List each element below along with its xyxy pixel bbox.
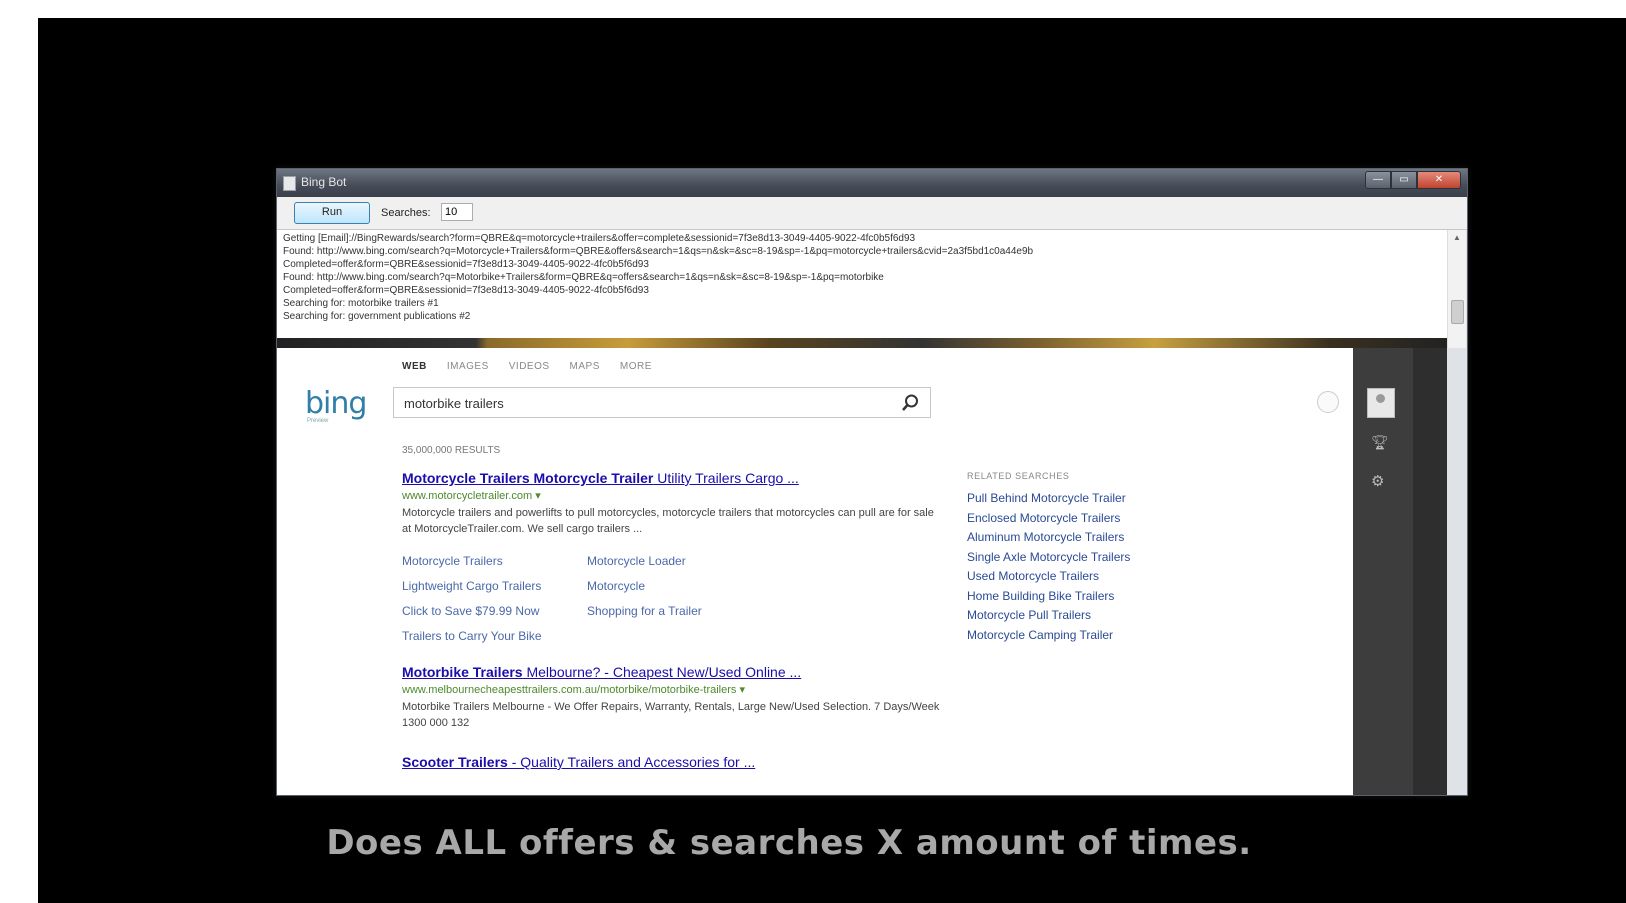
related-searches-heading: RELATED SEARCHES — [967, 471, 1070, 481]
embedded-browser: WEB IMAGES VIDEOS MAPS MORE bing Preview… — [277, 348, 1447, 795]
gear-icon[interactable]: ⚙ — [1371, 472, 1384, 490]
log-line: Getting [Email]://BingRewards/search?for… — [283, 233, 916, 244]
nav-images[interactable]: IMAGES — [447, 361, 489, 372]
related-search-link[interactable]: Motorcycle Pull Trailers — [967, 606, 1197, 626]
nav-more[interactable]: MORE — [620, 361, 652, 372]
results-count: 35,000,000 RESULTS — [402, 445, 501, 456]
result-title-rest: Utility Trailers Cargo ... — [653, 470, 799, 486]
result-title-bold: Scooter Trailers — [402, 754, 508, 770]
window-title: Bing Bot — [301, 175, 347, 189]
log-line: Found: http://www.bing.com/search?q=Moto… — [283, 246, 1034, 257]
searches-label: Searches: — [381, 207, 431, 219]
result-snippet: Motorbike Trailers Melbourne - We Offer … — [402, 701, 940, 729]
deep-link[interactable]: Shopping for a Trailer — [587, 603, 737, 619]
bing-logo[interactable]: bing — [305, 386, 367, 421]
video-frame: Bing Bot — ▭ ✕ Run Searches: Getting [Em… — [38, 18, 1626, 903]
minimize-button[interactable]: — — [1365, 171, 1391, 189]
related-searches: RELATED SEARCHES Pull Behind Motorcycle … — [967, 471, 1197, 645]
browser-scrollbar[interactable] — [1413, 348, 1447, 795]
run-button[interactable]: Run — [294, 202, 370, 224]
related-search-link[interactable]: Pull Behind Motorcycle Trailer — [967, 489, 1197, 509]
deep-link[interactable]: Motorcycle — [587, 578, 737, 594]
log-scrollbar[interactable]: ▲ — [1447, 230, 1466, 348]
video-caption: Does ALL offers & searches X amount of t… — [326, 823, 1252, 863]
result-title-rest: Melbourne? - Cheapest New/Used Online ..… — [522, 664, 802, 680]
log-output[interactable]: Getting [Email]://BingRewards/search?for… — [277, 230, 1447, 338]
result-title-bold: Motorcycle Trailers Motorcycle Trailer — [402, 470, 654, 486]
result-title-link[interactable]: Motorcycle Trailers Motorcycle Trailer U… — [402, 470, 942, 486]
scroll-up-arrow-icon[interactable]: ▲ — [1453, 233, 1461, 242]
search-result: Motorcycle Trailers Motorcycle Trailer U… — [402, 470, 942, 537]
search-input[interactable]: motorbike trailers — [393, 387, 931, 418]
rewards-circle-icon[interactable] — [1317, 391, 1339, 413]
log-line: Searching for: motorbike trailers #1 — [283, 298, 439, 309]
related-search-link[interactable]: Home Building Bike Trailers — [967, 587, 1197, 607]
side-panel: 🏆︎ ⚙ — [1353, 348, 1413, 795]
deep-link[interactable]: Motorcycle Trailers — [402, 553, 587, 569]
related-search-link[interactable]: Aluminum Motorcycle Trailers — [967, 528, 1197, 548]
app-window: Bing Bot — ▭ ✕ Run Searches: Getting [Em… — [276, 168, 1468, 796]
log-line: Completed=offer&form=QBRE&sessionid=7f3e… — [283, 259, 649, 270]
nav-maps[interactable]: MAPS — [570, 361, 600, 372]
deep-link[interactable]: Lightweight Cargo Trailers — [402, 578, 587, 594]
log-line: Completed=offer&form=QBRE&sessionid=7f3e… — [283, 285, 649, 296]
scrollbar-thumb[interactable] — [1451, 300, 1464, 324]
related-search-link[interactable]: Single Axle Motorcycle Trailers — [967, 548, 1197, 568]
close-button[interactable]: ✕ — [1417, 171, 1461, 189]
search-result: Motorbike Trailers Melbourne? - Cheapest… — [402, 664, 942, 731]
result-title-link[interactable]: Scooter Trailers - Quality Trailers and … — [402, 754, 942, 770]
title-bar: Bing Bot — ▭ ✕ — [277, 169, 1467, 197]
search-query: motorbike trailers — [404, 396, 504, 411]
nav-videos[interactable]: VIDEOS — [509, 361, 550, 372]
result-title-rest: - Quality Trailers and Accessories for .… — [507, 754, 756, 770]
app-icon — [283, 176, 296, 191]
deep-link[interactable]: Trailers to Carry Your Bike — [402, 628, 587, 644]
deep-link[interactable]: Click to Save $79.99 Now — [402, 603, 587, 619]
window-controls: — ▭ ✕ — [1365, 171, 1461, 189]
search-result: Scooter Trailers - Quality Trailers and … — [402, 754, 942, 770]
nav-web[interactable]: WEB — [402, 361, 427, 372]
related-search-link[interactable]: Enclosed Motorcycle Trailers — [967, 509, 1197, 529]
log-line: Searching for: government publications #… — [283, 311, 471, 322]
result-title-link[interactable]: Motorbike Trailers Melbourne? - Cheapest… — [402, 664, 942, 680]
deep-link[interactable]: Motorcycle Loader — [587, 553, 737, 569]
search-icon[interactable] — [900, 393, 920, 413]
log-line: Found: http://www.bing.com/search?q=Moto… — [283, 272, 884, 283]
browser-header-strip — [277, 338, 1447, 348]
result-deep-links: Motorcycle Trailers Motorcycle Loader Li… — [402, 553, 742, 644]
maximize-button[interactable]: ▭ — [1391, 171, 1417, 189]
result-title-bold: Motorbike Trailers — [402, 664, 523, 680]
avatar[interactable] — [1367, 388, 1395, 418]
toolbar: Run Searches: — [277, 197, 1467, 230]
bing-nav: WEB IMAGES VIDEOS MAPS MORE — [402, 361, 652, 372]
bing-logo-subtitle: Preview — [307, 418, 329, 424]
related-search-link[interactable]: Used Motorcycle Trailers — [967, 567, 1197, 587]
trophy-icon[interactable]: 🏆︎ — [1371, 434, 1389, 451]
related-search-link[interactable]: Motorcycle Camping Trailer — [967, 626, 1197, 646]
result-snippet: Motorcycle trailers and powerlifts to pu… — [402, 507, 934, 535]
result-url[interactable]: www.melbournecheapesttrailers.com.au/mot… — [402, 683, 942, 696]
searches-count-input[interactable] — [441, 203, 473, 221]
result-url[interactable]: www.motorcycletrailer.com ▾ — [402, 489, 942, 502]
